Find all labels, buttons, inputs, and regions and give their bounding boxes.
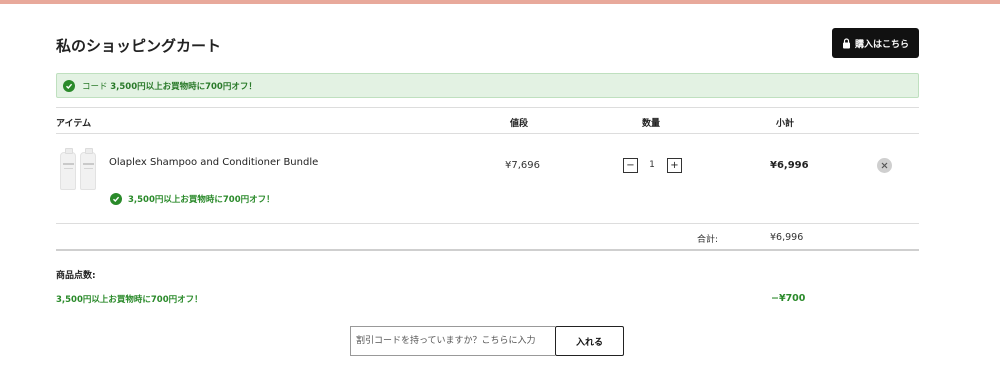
product-price: ¥7,696 — [505, 160, 540, 171]
page-title: 私のショッピングカート — [56, 37, 222, 55]
divider — [56, 107, 919, 108]
product-promo: 3,500円以上お買物時に700円オフ！ — [110, 193, 275, 205]
divider — [56, 133, 919, 134]
total-value: ¥6,996 — [770, 232, 804, 243]
quantity-increase-button[interactable]: + — [667, 158, 682, 173]
checkout-button[interactable]: 購入はこちら — [832, 28, 919, 58]
product-subtotal: ¥6,996 — [770, 160, 809, 171]
coupon-code-input[interactable] — [350, 326, 555, 356]
column-header-price: 値段 — [510, 119, 529, 129]
product-name-link[interactable]: Olaplex Shampoo and Conditioner Bundle — [109, 157, 318, 168]
divider — [56, 223, 919, 224]
remove-item-button[interactable] — [877, 158, 892, 173]
promo-banner-message: 3,500円以上お買物時に700円オフ！ — [110, 81, 257, 92]
check-circle-icon — [110, 193, 122, 205]
product-image-bottle — [80, 148, 96, 190]
total-label: 合計: — [697, 235, 719, 245]
product-image[interactable] — [56, 144, 102, 190]
promo-banner-text: コード 3,500円以上お買物時に700円オフ！ — [82, 80, 257, 92]
divider — [56, 249, 919, 251]
quantity-value: 1 — [649, 160, 655, 170]
top-accent-bar — [0, 0, 1000, 4]
promo-banner-prefix: コード — [82, 81, 108, 92]
discount-label: 3,500円以上お買物時に700円オフ！ — [56, 295, 203, 305]
product-image-bottle — [60, 148, 76, 190]
items-count-label: 商品点数: — [56, 271, 96, 281]
promo-banner: コード 3,500円以上お買物時に700円オフ！ — [56, 73, 919, 98]
column-header-item: アイテム — [56, 119, 92, 129]
check-circle-icon — [63, 79, 75, 92]
column-header-quantity: 数量 — [642, 119, 661, 129]
close-icon — [881, 162, 888, 169]
discount-value: −¥700 — [771, 293, 806, 304]
apply-coupon-button[interactable]: 入れる — [555, 326, 624, 356]
quantity-decrease-button[interactable]: − — [623, 158, 638, 173]
checkout-button-label: 購入はこちら — [854, 39, 909, 50]
column-header-subtotal: 小計 — [776, 119, 795, 129]
product-promo-text: 3,500円以上お買物時に700円オフ！ — [128, 195, 275, 205]
lock-icon — [842, 37, 851, 49]
